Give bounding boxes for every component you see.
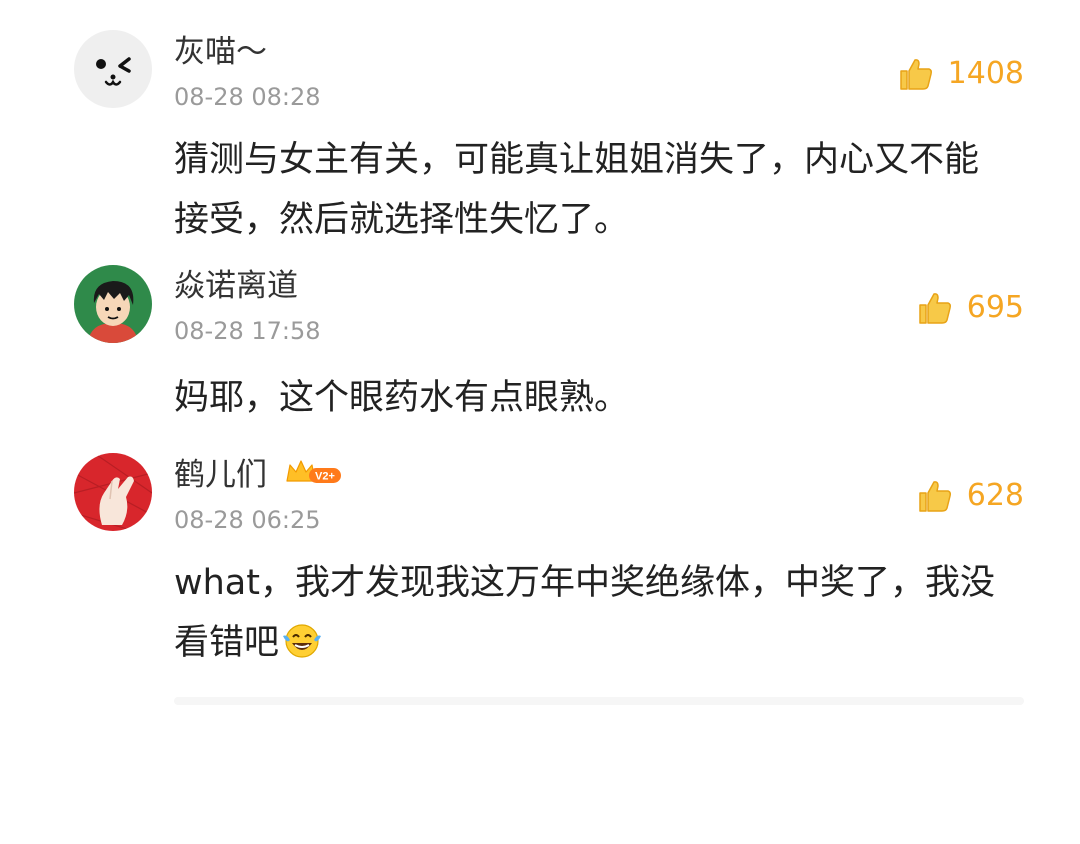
avatar[interactable] [74,265,152,343]
username-text: 鹤儿们 [174,457,267,493]
like-button[interactable]: 695 [917,290,1024,326]
like-button[interactable]: 628 [917,478,1024,514]
timestamp: 08-28 06:25 [174,506,321,534]
thumbs-up-icon [918,293,951,324]
like-count: 695 [966,290,1024,325]
username[interactable]: 焱诺离道 [174,266,298,306]
thumbs-up-icon [918,481,951,512]
vip-badge: V2+ [285,457,343,497]
cartoon-boy-icon [74,265,152,343]
crown-icon: V2+ [286,459,341,483]
username[interactable]: 灰喵～ [174,32,267,72]
laugh-cry-emoji-icon [281,619,323,679]
finger-heart-icon [74,453,152,531]
cat-face-icon [74,30,152,108]
avatar[interactable] [74,30,152,108]
timestamp: 08-28 08:28 [174,83,321,111]
like-count: 1408 [947,56,1024,91]
like-button[interactable]: 1408 [898,56,1024,92]
username[interactable]: 鹤儿们 V2+ [174,455,343,497]
timestamp: 08-28 17:58 [174,317,321,345]
comment-text: 妈耶，这个眼药水有点眼熟。 [174,378,630,418]
section-divider [174,697,1024,705]
thumbs-up-icon [899,59,932,90]
avatar[interactable] [74,453,152,531]
comment-text: 猜测与女主有关，可能真让姐姐消失了，内心又不能接受，然后就选择性失忆了。 [174,140,980,240]
comment-text: what，我才发现我这万年中奖绝缘体，中奖了，我没看错吧 [174,553,1004,679]
vip-level-text: V2+ [315,470,335,482]
like-count: 628 [966,478,1024,513]
